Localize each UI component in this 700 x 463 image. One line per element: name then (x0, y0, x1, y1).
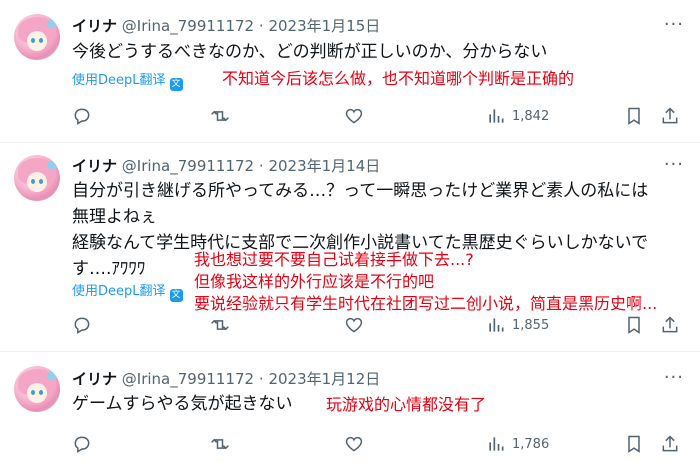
reply-button[interactable] (72, 104, 92, 128)
bookmark-button[interactable] (624, 104, 644, 128)
tweet-text-line: 自分が引き継げる所やってみる…？って一瞬思ったけど業界ど素人の私には (72, 181, 649, 201)
reply-button[interactable] (72, 432, 92, 456)
views-icon (489, 437, 504, 451)
share-button[interactable] (660, 432, 680, 456)
bookmark-icon (628, 316, 640, 334)
reply-icon (74, 108, 90, 125)
bookmark-icon (628, 107, 640, 125)
translation-annotation: 我也想过要不要自己试着接手做下去...? 但像我这样的外行应该是不行的吧 要说经… (194, 249, 657, 315)
tweet-3[interactable]: イリナ @Irina_79911172 · 2023年1月12日 ··· ゲーム… (0, 352, 700, 463)
translation-line: 我也想过要不要自己试着接手做下去...? (194, 250, 474, 269)
avatar[interactable] (14, 366, 60, 412)
translate-label[interactable]: 使用DeepL翻译 (72, 284, 166, 299)
more-options-icon[interactable]: ··· (664, 154, 684, 175)
bookmark-icon (628, 435, 640, 453)
tweet-text-line: 今後どうするべきなのか、どの判断が正しいのか、分からない (72, 42, 548, 62)
views-count: 1,786 (512, 436, 550, 452)
display-name[interactable]: イリナ (72, 17, 117, 35)
like-icon (345, 317, 363, 333)
tweet-text: ゲームすらやる気が起きない (72, 391, 293, 417)
timestamp[interactable]: 2023年1月14日 (268, 157, 380, 175)
retweet-icon (211, 110, 229, 122)
share-button[interactable] (660, 313, 680, 337)
like-button[interactable] (344, 432, 364, 456)
translation-line: 不知道今后该怎么做，也不知道哪个判断是正确的 (222, 69, 575, 88)
reply-icon (74, 436, 90, 453)
translate-link[interactable]: 使用DeepL翻译文 (72, 280, 183, 302)
separator: · (258, 17, 264, 35)
translate-link[interactable]: 使用DeepL翻译文 (72, 69, 183, 91)
bookmark-button[interactable] (624, 432, 644, 456)
views-icon (489, 318, 504, 332)
display-name[interactable]: イリナ (72, 157, 117, 175)
handle[interactable]: @Irina_79911172 (122, 157, 254, 175)
translate-icon: 文 (169, 78, 183, 91)
share-button[interactable] (660, 104, 680, 128)
views-button[interactable]: 1,842 (486, 104, 549, 128)
retweet-button[interactable] (210, 313, 230, 337)
more-options-icon[interactable]: ··· (664, 367, 684, 388)
tweet-actions: 1,842 (72, 104, 692, 130)
translate-icon: 文 (169, 289, 183, 302)
share-icon (662, 107, 678, 124)
more-options-icon[interactable]: ··· (664, 14, 684, 35)
tweet-header: イリナ @Irina_79911172 · 2023年1月15日 (72, 16, 380, 36)
translation-line: 玩游戏的心情都没有了 (326, 395, 487, 414)
translation-line: 但像我这样的外行应该是不行的吧 (194, 272, 435, 291)
like-icon (345, 436, 363, 452)
like-button[interactable] (344, 104, 364, 128)
tweet-actions: 1,786 (72, 432, 692, 458)
retweet-button[interactable] (210, 104, 230, 128)
retweet-button[interactable] (210, 432, 230, 456)
reply-button[interactable] (72, 313, 92, 337)
tweet-text-line: ゲームすらやる気が起きない (72, 394, 293, 414)
views-count: 1,842 (512, 108, 550, 124)
reply-icon (74, 317, 90, 334)
separator: · (258, 157, 264, 175)
handle[interactable]: @Irina_79911172 (122, 17, 254, 35)
display-name[interactable]: イリナ (72, 370, 117, 388)
tweet-1[interactable]: イリナ @Irina_79911172 · 2023年1月15日 ··· 今後ど… (0, 0, 700, 142)
separator: · (258, 370, 264, 388)
retweet-icon (211, 319, 229, 331)
retweet-icon (211, 438, 229, 450)
avatar[interactable] (14, 155, 60, 201)
handle[interactable]: @Irina_79911172 (122, 370, 254, 388)
like-button[interactable] (344, 313, 364, 337)
tweet-2[interactable]: イリナ @Irina_79911172 · 2023年1月14日 ··· 自分が… (0, 143, 700, 350)
tweet-header: イリナ @Irina_79911172 · 2023年1月12日 (72, 369, 380, 389)
views-button[interactable]: 1,855 (486, 313, 549, 337)
timestamp[interactable]: 2023年1月12日 (268, 370, 380, 388)
timestamp[interactable]: 2023年1月15日 (268, 17, 380, 35)
translation-line: 要说经验就只有学生时代在社团写过二创小说，简直是黑历史啊... (194, 294, 658, 313)
translate-label[interactable]: 使用DeepL翻译 (72, 73, 166, 88)
translation-annotation: 玩游戏的心情都没有了 (326, 394, 486, 416)
translation-annotation: 不知道今后该怎么做，也不知道哪个判断是正确的 (222, 68, 574, 90)
tweet-text: 今後どうするべきなのか、どの判断が正しいのか、分からない (72, 39, 547, 65)
tweet-text-line: 無理よねぇ (72, 207, 157, 227)
share-icon (662, 435, 678, 452)
bookmark-button[interactable] (624, 313, 644, 337)
avatar[interactable] (14, 14, 60, 60)
views-icon (489, 109, 504, 123)
share-icon (662, 316, 678, 333)
views-button[interactable]: 1,786 (486, 432, 549, 456)
like-icon (345, 108, 363, 124)
tweet-header: イリナ @Irina_79911172 · 2023年1月14日 (72, 156, 380, 176)
tweet-actions: 1,855 (72, 313, 692, 339)
views-count: 1,855 (512, 317, 550, 333)
